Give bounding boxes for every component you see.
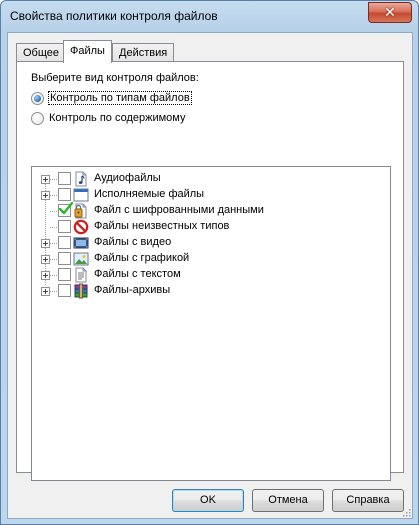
expand-icon[interactable] xyxy=(41,287,50,296)
tree-item-label: Исполняемые файлы xyxy=(94,188,205,200)
expand-icon[interactable] xyxy=(41,239,50,248)
expand-icon[interactable] xyxy=(41,191,50,200)
radio-by-file-type[interactable]: Контроль по типам файлов xyxy=(31,90,192,106)
tree-connector xyxy=(50,227,57,228)
files-tab-panel: Выберите вид контроля файлов: Контроль п… xyxy=(16,61,404,481)
tree-item[interactable]: Файлы с текстом xyxy=(36,267,376,283)
close-button[interactable]: ✕ xyxy=(368,2,412,23)
help-button[interactable]: Справка xyxy=(332,489,404,512)
resize-grip-icon[interactable] xyxy=(401,507,411,517)
title-bar[interactable]: Свойства политики контроля файлов ✕ xyxy=(1,1,418,31)
tree-item[interactable]: Файл с шифрованными данными xyxy=(36,201,376,219)
radio-label: Контроль по содержимому xyxy=(49,112,186,124)
dialog-client-area: Общее Файлы Действия Выберите вид контро… xyxy=(7,32,413,519)
tree-item-label: Файлы с текстом xyxy=(94,268,181,280)
tree-connector xyxy=(50,275,57,276)
image-file-icon xyxy=(73,252,89,266)
tree-item-label: Файлы с видео xyxy=(94,236,172,248)
radio-button[interactable] xyxy=(31,111,44,125)
tree-connector xyxy=(50,291,57,292)
tree-connector xyxy=(50,179,57,180)
tree-checkbox[interactable] xyxy=(58,252,71,265)
control-type-prompt: Выберите вид контроля файлов: xyxy=(31,72,199,84)
tree-connector xyxy=(50,195,57,196)
tree-item-label: Файлы с графикой xyxy=(94,252,190,264)
tree-checkbox[interactable] xyxy=(58,236,71,249)
expand-icon[interactable] xyxy=(41,271,50,280)
archive-file-icon xyxy=(74,283,88,299)
expand-icon[interactable] xyxy=(41,175,50,184)
tree-checkbox[interactable] xyxy=(58,220,71,233)
text-file-icon xyxy=(75,267,87,283)
tree-connector xyxy=(50,211,57,212)
tree-item[interactable]: Файлы с графикой xyxy=(36,251,376,267)
expand-icon[interactable] xyxy=(41,255,50,264)
tree-item-label: Аудиофайлы xyxy=(94,172,161,184)
tree-item[interactable]: Файлы-архивы xyxy=(36,283,376,299)
file-types-tree[interactable]: Аудиофайлы Исполняемые файлы Файл с шифр… xyxy=(31,166,391,481)
tab-actions[interactable]: Действия xyxy=(112,43,174,62)
tree-item[interactable]: Файлы с видео xyxy=(36,235,376,251)
tree-item[interactable]: Файлы неизвестных типов xyxy=(36,219,376,235)
unknown-type-icon xyxy=(73,219,89,235)
tree-item-label: Файлы-архивы xyxy=(94,284,171,296)
executable-file-icon xyxy=(73,188,89,202)
video-file-icon xyxy=(73,237,89,249)
tab-files[interactable]: Файлы xyxy=(63,40,112,63)
radio-label: Контроль по типам файлов xyxy=(48,91,192,105)
tab-general[interactable]: Общее xyxy=(16,43,64,62)
ok-button[interactable]: OK xyxy=(172,489,244,512)
check-mark-icon xyxy=(58,201,74,215)
radio-by-content[interactable]: Контроль по содержимому xyxy=(31,110,186,126)
tree-checkbox[interactable] xyxy=(58,284,71,297)
tree-item[interactable]: Исполняемые файлы xyxy=(36,187,376,203)
tree-connector xyxy=(50,243,57,244)
tree-checkbox[interactable] xyxy=(58,268,71,281)
dialog-window: Свойства политики контроля файлов ✕ Обще… xyxy=(0,0,419,525)
tree-item-label: Файл с шифрованными данными xyxy=(94,204,264,216)
tree-connector xyxy=(50,259,57,260)
encrypted-file-icon xyxy=(74,203,87,219)
tree-checkbox[interactable] xyxy=(58,172,71,185)
audio-file-icon xyxy=(75,171,87,187)
window-title: Свойства политики контроля файлов xyxy=(10,9,218,23)
tree-item-label: Файлы неизвестных типов xyxy=(94,220,230,232)
radio-button-checked[interactable] xyxy=(31,91,44,105)
tree-item[interactable]: Аудиофайлы xyxy=(36,171,376,187)
cancel-button[interactable]: Отмена xyxy=(252,489,324,512)
